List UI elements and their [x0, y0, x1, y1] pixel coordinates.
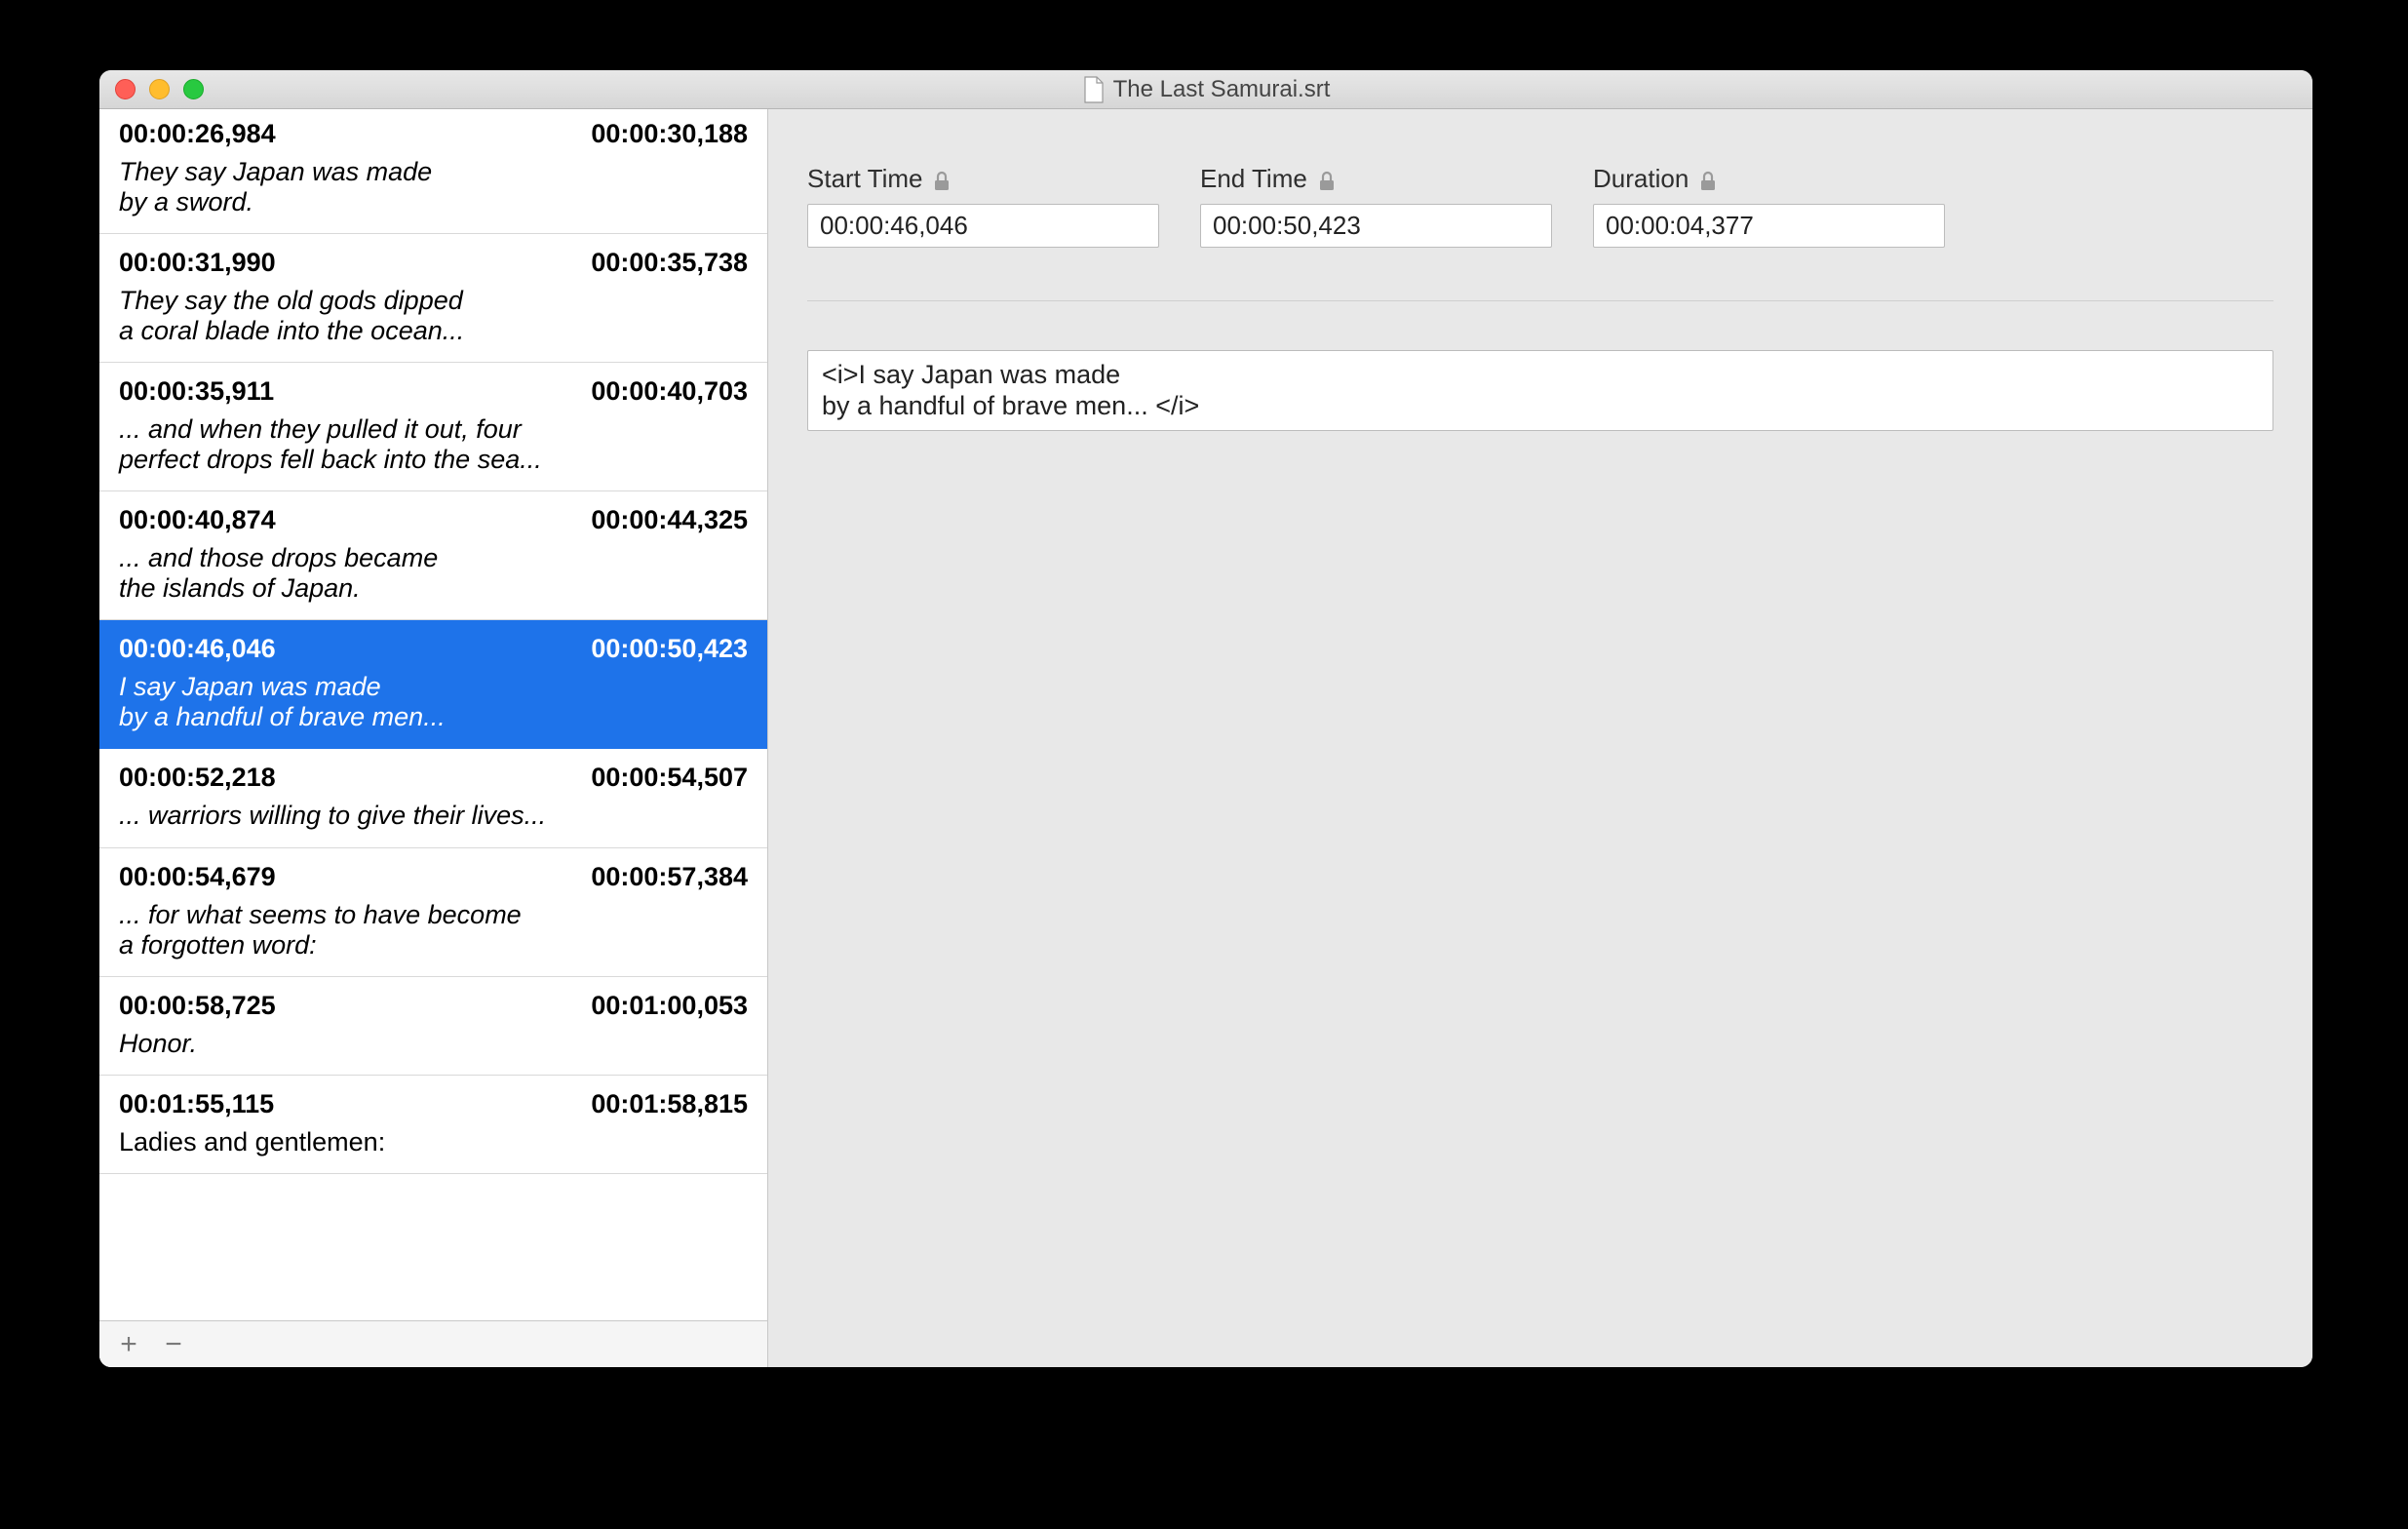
start-time: 00:00:31,990: [119, 248, 276, 278]
subtitle-times: 00:00:58,725 00:01:00,053: [119, 991, 748, 1021]
subtitle-text: Honor.: [119, 1029, 748, 1059]
title-container: The Last Samurai.srt: [99, 76, 2312, 103]
label-text: Start Time: [807, 164, 922, 194]
end-time: 00:01:00,053: [591, 991, 748, 1021]
lock-icon[interactable]: [1698, 169, 1718, 190]
end-time: 00:01:58,815: [591, 1089, 748, 1119]
start-time: 00:00:52,218: [119, 763, 276, 793]
end-time-group: End Time: [1200, 164, 1552, 248]
subtitle-list[interactable]: 00:00:26,984 00:00:30,188 They say Japan w…: [99, 109, 767, 1320]
lock-icon[interactable]: [1317, 169, 1337, 190]
subtitle-text: ... for what seems to have become a forg…: [119, 900, 748, 961]
window-controls: [115, 79, 204, 99]
end-time-input[interactable]: [1200, 204, 1552, 248]
start-time-group: Start Time: [807, 164, 1159, 248]
minimize-button[interactable]: [149, 79, 170, 99]
subtitle-times: 00:01:55,115 00:01:58,815: [119, 1089, 748, 1119]
list-footer: + −: [99, 1320, 767, 1367]
document-icon: [1082, 76, 1104, 103]
time-fields: Start Time End Time: [807, 109, 2273, 248]
end-time: 00:00:54,507: [591, 763, 748, 793]
end-time-label: End Time: [1200, 164, 1552, 194]
subtitle-row[interactable]: 00:00:52,218 00:00:54,507 ... warriors wil…: [99, 749, 767, 847]
divider: [807, 300, 2273, 301]
end-time: 00:00:57,384: [591, 862, 748, 892]
content-area: 00:00:26,984 00:00:30,188 They say Japan w…: [99, 109, 2312, 1367]
app-window: The Last Samurai.srt 00:00:26,984 00:00:3…: [99, 70, 2312, 1367]
start-time: 00:00:40,874: [119, 505, 276, 535]
end-time: 00:00:30,188: [591, 119, 748, 149]
subtitle-times: 00:00:54,679 00:00:57,384: [119, 862, 748, 892]
subtitle-times: 00:00:31,990 00:00:35,738: [119, 248, 748, 278]
detail-panel: Start Time End Time: [768, 109, 2312, 1367]
subtitle-times: 00:00:35,911 00:00:40,703: [119, 376, 748, 407]
subtitle-row[interactable]: 00:00:26,984 00:00:30,188 They say Japan w…: [99, 109, 767, 234]
subtitle-row[interactable]: 00:00:46,046 00:00:50,423 I say Japan was …: [99, 620, 767, 749]
subtitle-text: ... and those drops became the islands o…: [119, 543, 748, 604]
end-time: 00:00:35,738: [591, 248, 748, 278]
start-time: 00:00:58,725: [119, 991, 276, 1021]
start-time: 00:00:46,046: [119, 634, 276, 664]
start-time: 00:00:26,984: [119, 119, 276, 149]
duration-group: Duration: [1593, 164, 1945, 248]
end-time: 00:00:40,703: [591, 376, 748, 407]
subtitle-text: They say the old gods dipped a coral bla…: [119, 286, 748, 346]
subtitle-times: 00:00:46,046 00:00:50,423: [119, 634, 748, 664]
start-time: 00:00:35,911: [119, 376, 274, 407]
label-text: End Time: [1200, 164, 1307, 194]
subtitle-text: Ladies and gentlemen:: [119, 1127, 748, 1157]
duration-label: Duration: [1593, 164, 1945, 194]
subtitle-row[interactable]: 00:00:31,990 00:00:35,738 They say the old…: [99, 234, 767, 363]
start-time-label: Start Time: [807, 164, 1159, 194]
end-time: 00:00:50,423: [591, 634, 748, 664]
subtitle-row[interactable]: 00:01:55,115 00:01:58,815 Ladies and gentl…: [99, 1076, 767, 1174]
end-time: 00:00:44,325: [591, 505, 748, 535]
subtitle-row[interactable]: 00:00:54,679 00:00:57,384 ... for what see…: [99, 848, 767, 977]
subtitle-text: ... and when they pulled it out, four pe…: [119, 414, 748, 475]
add-subtitle-button[interactable]: +: [117, 1330, 140, 1359]
label-text: Duration: [1593, 164, 1689, 194]
subtitle-list-panel: 00:00:26,984 00:00:30,188 They say Japan w…: [99, 109, 768, 1367]
subtitle-text-input[interactable]: [807, 350, 2273, 431]
subtitle-row[interactable]: 00:00:58,725 00:01:00,053 Honor.: [99, 977, 767, 1076]
duration-input[interactable]: [1593, 204, 1945, 248]
titlebar[interactable]: The Last Samurai.srt: [99, 70, 2312, 109]
start-time: 00:01:55,115: [119, 1089, 274, 1119]
start-time-input[interactable]: [807, 204, 1159, 248]
subtitle-times: 00:00:52,218 00:00:54,507: [119, 763, 748, 793]
close-button[interactable]: [115, 79, 136, 99]
subtitle-times: 00:00:40,874 00:00:44,325: [119, 505, 748, 535]
subtitle-text: They say Japan was made by a sword.: [119, 157, 748, 217]
remove-subtitle-button[interactable]: −: [162, 1330, 185, 1359]
subtitle-row[interactable]: 00:00:40,874 00:00:44,325 ... and those dr…: [99, 491, 767, 620]
subtitle-text: ... warriors willing to give their lives…: [119, 801, 748, 831]
lock-icon[interactable]: [932, 169, 952, 190]
zoom-button[interactable]: [183, 79, 204, 99]
subtitle-text: I say Japan was made by a handful of bra…: [119, 672, 748, 732]
window-title: The Last Samurai.srt: [1113, 76, 1331, 103]
start-time: 00:00:54,679: [119, 862, 276, 892]
subtitle-row[interactable]: 00:00:35,911 00:00:40,703 ... and when the…: [99, 363, 767, 491]
subtitle-times: 00:00:26,984 00:00:30,188: [119, 119, 748, 149]
